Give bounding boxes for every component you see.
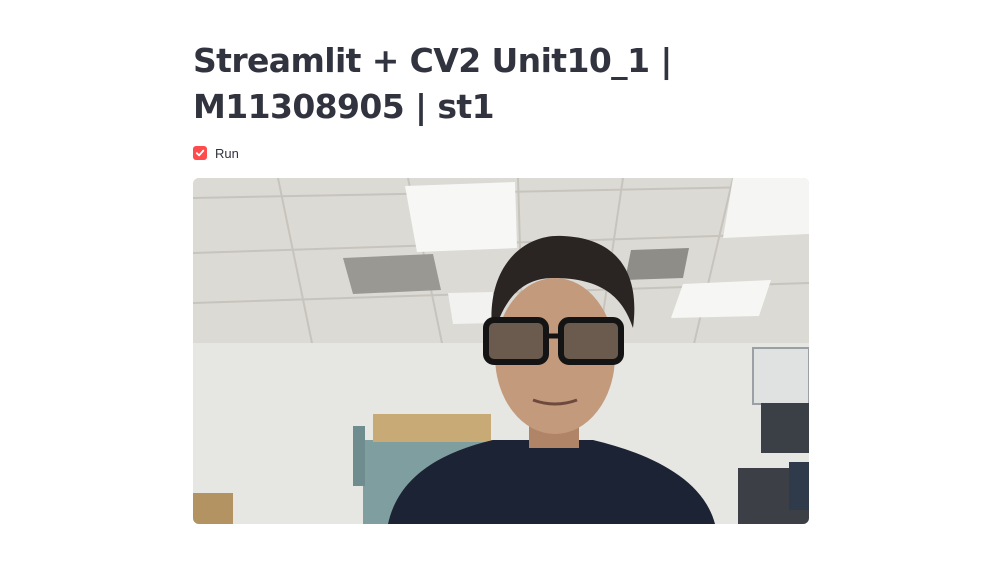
page-title: Streamlit + CV2 Unit10_1 | M11308905 | s… — [193, 41, 672, 126]
checkbox-checked-icon[interactable] — [193, 146, 207, 160]
webcam-image — [193, 178, 809, 524]
camera-frame — [193, 178, 809, 524]
run-checkbox-label: Run — [215, 145, 239, 161]
run-checkbox[interactable]: Run — [193, 144, 239, 162]
